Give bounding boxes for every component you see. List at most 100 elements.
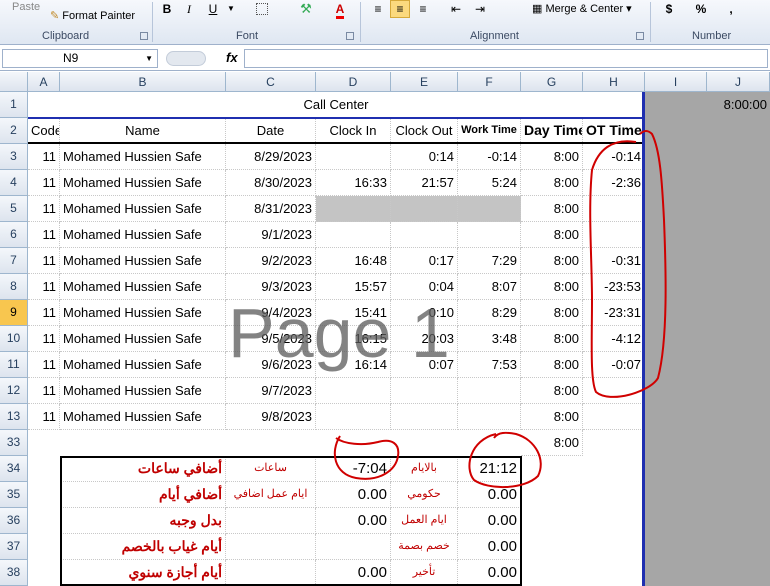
record-out-cell[interactable]: 0:14	[391, 144, 458, 170]
row-header-35[interactable]: 35	[0, 482, 28, 508]
record-day-cell[interactable]: 8:00	[521, 170, 583, 196]
record-in-cell[interactable]	[316, 378, 391, 404]
name-box-dropdown-icon[interactable]: ▼	[145, 50, 153, 67]
record-ot-cell[interactable]	[583, 222, 645, 248]
italic-button[interactable]: I	[180, 0, 198, 18]
header-day-time[interactable]: Day Time	[521, 118, 583, 144]
record-day-cell[interactable]: 8:00	[521, 144, 583, 170]
column-header-H[interactable]: H	[583, 72, 645, 92]
record-in-cell[interactable]: 16:48	[316, 248, 391, 274]
underline-button[interactable]: U	[204, 0, 222, 18]
row-header-8[interactable]: 8	[0, 274, 28, 300]
row-header-5[interactable]: 5	[0, 196, 28, 222]
header-code[interactable]: Code	[28, 118, 60, 144]
record-in-cell[interactable]	[316, 222, 391, 248]
record-code-cell[interactable]: 11	[28, 196, 60, 222]
row-header-4[interactable]: 4	[0, 170, 28, 196]
record-out-cell[interactable]	[391, 196, 458, 222]
record-ot-cell[interactable]: -0:31	[583, 248, 645, 274]
record-out-cell[interactable]: 0:07	[391, 352, 458, 378]
record-out-cell[interactable]	[391, 222, 458, 248]
header-ot-time[interactable]: OT Time	[583, 118, 645, 144]
record-ot-cell[interactable]: -0:14	[583, 144, 645, 170]
paste-button[interactable]: Paste	[12, 0, 40, 14]
currency-button[interactable]: $	[660, 0, 678, 18]
align-right-button[interactable]: ≡	[413, 0, 433, 18]
row-header-3[interactable]: 3	[0, 144, 28, 170]
record-date-cell[interactable]: 9/6/2023	[226, 352, 316, 378]
column-header-J[interactable]: J	[707, 72, 770, 92]
percent-button[interactable]: %	[692, 0, 710, 18]
merge-center-button[interactable]: ▦ Merge & Center ▾	[532, 2, 632, 16]
column-header-E[interactable]: E	[391, 72, 458, 92]
record-name-cell[interactable]: Mohamed Hussien Safe	[60, 352, 226, 378]
record-day-cell[interactable]: 8:00	[521, 326, 583, 352]
record-code-cell[interactable]: 11	[28, 300, 60, 326]
row-header-6[interactable]: 6	[0, 222, 28, 248]
fx-icon[interactable]: fx	[226, 50, 238, 65]
record-date-cell[interactable]: 9/7/2023	[226, 378, 316, 404]
row-header-9[interactable]: 9	[0, 300, 28, 326]
record-out-cell[interactable]: 0:04	[391, 274, 458, 300]
record-in-cell[interactable]: 16:33	[316, 170, 391, 196]
align-left-button[interactable]: ≡	[368, 0, 388, 18]
record-ot-cell[interactable]: -0:07	[583, 352, 645, 378]
record-work-cell[interactable]: 3:48	[458, 326, 521, 352]
record-work-cell[interactable]: 7:29	[458, 248, 521, 274]
row-header-38[interactable]: 38	[0, 560, 28, 586]
record-work-cell[interactable]	[458, 378, 521, 404]
column-header-D[interactable]: D	[316, 72, 391, 92]
font-launcher-icon[interactable]	[346, 32, 354, 40]
record-out-cell[interactable]	[391, 378, 458, 404]
increase-indent-button[interactable]: ⇥	[470, 0, 490, 18]
cell-G33[interactable]: 8:00	[521, 430, 583, 456]
record-ot-cell[interactable]: -23:31	[583, 300, 645, 326]
row-header-7[interactable]: 7	[0, 248, 28, 274]
formula-input[interactable]	[244, 49, 768, 68]
record-work-cell[interactable]: -0:14	[458, 144, 521, 170]
column-header-A[interactable]: A	[28, 72, 60, 92]
row-header-2[interactable]: 2	[0, 118, 28, 144]
record-in-cell[interactable]	[316, 404, 391, 430]
formula-bar-handle[interactable]	[166, 51, 206, 66]
record-code-cell[interactable]: 11	[28, 404, 60, 430]
record-name-cell[interactable]: Mohamed Hussien Safe	[60, 222, 226, 248]
record-ot-cell[interactable]	[583, 404, 645, 430]
record-in-cell[interactable]: 15:41	[316, 300, 391, 326]
format-painter-button[interactable]: ✎ Format Painter	[50, 9, 135, 23]
record-out-cell[interactable]: 0:10	[391, 300, 458, 326]
record-date-cell[interactable]: 9/2/2023	[226, 248, 316, 274]
record-out-cell[interactable]	[391, 404, 458, 430]
decrease-indent-button[interactable]: ⇤	[446, 0, 466, 18]
column-header-G[interactable]: G	[521, 72, 583, 92]
record-name-cell[interactable]: Mohamed Hussien Safe	[60, 378, 226, 404]
record-name-cell[interactable]: Mohamed Hussien Safe	[60, 300, 226, 326]
record-work-cell[interactable]: 5:24	[458, 170, 521, 196]
clipboard-launcher-icon[interactable]	[140, 32, 148, 40]
record-name-cell[interactable]: Mohamed Hussien Safe	[60, 274, 226, 300]
row-header-13[interactable]: 13	[0, 404, 28, 430]
select-all-button[interactable]	[0, 72, 28, 92]
alignment-launcher-icon[interactable]	[636, 32, 644, 40]
header-clock-out[interactable]: Clock Out	[391, 118, 458, 144]
record-name-cell[interactable]: Mohamed Hussien Safe	[60, 170, 226, 196]
record-ot-cell[interactable]: -4:12	[583, 326, 645, 352]
record-code-cell[interactable]: 11	[28, 170, 60, 196]
record-ot-cell[interactable]	[583, 196, 645, 222]
record-date-cell[interactable]: 9/1/2023	[226, 222, 316, 248]
record-code-cell[interactable]: 11	[28, 378, 60, 404]
header-name[interactable]: Name	[60, 118, 226, 144]
row-header-11[interactable]: 11	[0, 352, 28, 378]
record-day-cell[interactable]: 8:00	[521, 378, 583, 404]
record-out-cell[interactable]: 21:57	[391, 170, 458, 196]
record-code-cell[interactable]: 11	[28, 248, 60, 274]
record-in-cell[interactable]	[316, 144, 391, 170]
fill-color-button[interactable]: ⚒	[292, 0, 320, 18]
record-work-cell[interactable]: 7:53	[458, 352, 521, 378]
row-header-36[interactable]: 36	[0, 508, 28, 534]
record-in-cell[interactable]: 16:15	[316, 326, 391, 352]
row-header-12[interactable]: 12	[0, 378, 28, 404]
row-header-1[interactable]: 1	[0, 92, 28, 118]
record-work-cell[interactable]	[458, 404, 521, 430]
record-day-cell[interactable]: 8:00	[521, 274, 583, 300]
